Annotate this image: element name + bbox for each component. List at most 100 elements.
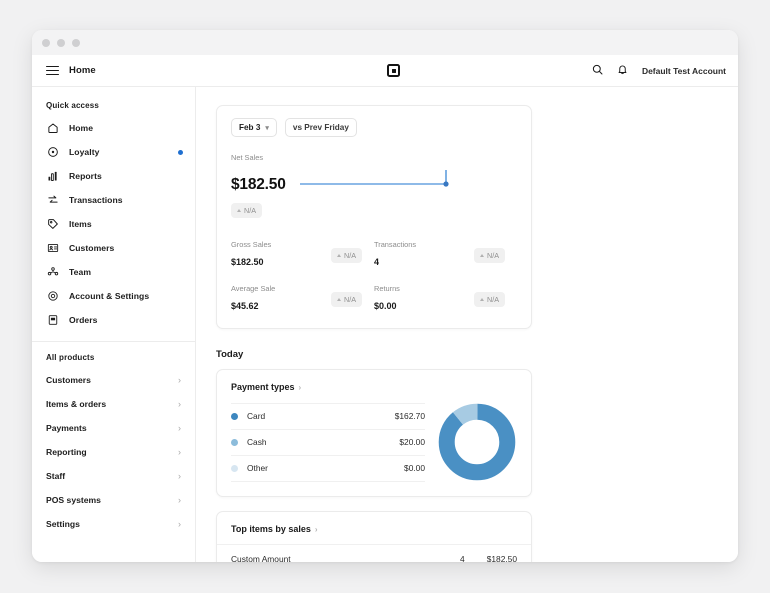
gear-icon [46,290,59,303]
sidebar-item-transactions[interactable]: Transactions [32,188,195,212]
triangle-up-icon [480,254,484,257]
metric-label: Returns [374,284,474,293]
metric-returns: Returns $0.00 N/A [374,284,517,314]
metric-text: Transactions 4 [374,240,474,270]
metrics-grid: Gross Sales $182.50 N/A Transactions 4 [231,240,517,314]
chevron-right-icon: › [299,383,302,392]
sidebar-item-customers[interactable]: Customers [32,236,195,260]
item-name: Custom Amount [231,554,291,562]
customers-card-icon [46,242,59,255]
delta-value: N/A [344,295,356,304]
header-left: Home [46,65,196,76]
metric-text: Returns $0.00 [374,284,474,314]
square-logo-icon [387,64,400,77]
table-row: Custom Amount 4 $182.50 [217,544,531,562]
sidebar-quick-access-title: Quick access [32,97,195,116]
net-sales-delta-badge: N/A [231,203,262,218]
delta-value: N/A [487,295,499,304]
net-sales-row: $182.50 [231,165,517,194]
legend-label: Cash [247,437,267,447]
comparison-label: vs Prev Friday [293,123,349,132]
legend-amount: $20.00 [399,437,425,447]
metric-label: Gross Sales [231,240,331,249]
sidebar-item-label: Customers [69,243,114,253]
item-quantity: 4 [460,554,465,562]
metric-value: $45.62 [231,301,259,311]
header-right: Default Test Account [592,62,726,80]
metric-delta-badge: N/A [474,248,505,263]
legend-label: Other [247,463,268,473]
sidebar-item-team[interactable]: Team [32,260,195,284]
metric-label: Average Sale [231,284,331,293]
net-sales-label: Net Sales [231,153,517,162]
metric-value: $182.50 [231,257,264,267]
main-content: Feb 3 ▾ vs Prev Friday Net Sales $182.50 [196,87,738,562]
sidebar-item-reports[interactable]: Reports [32,164,195,188]
chevron-right-icon: › [178,520,181,529]
sidebar-item-label: Items [69,219,92,229]
legend-amount: $162.70 [395,411,425,421]
net-sales-sparkline-chart [298,165,458,191]
sidebar-item-label: Transactions [69,195,123,205]
sidebar-item-settings[interactable]: Settings › [32,512,195,536]
metric-value: $0.00 [374,301,397,311]
sidebar-item-account-settings[interactable]: Account & Settings [32,284,195,308]
metric-gross-sales: Gross Sales $182.50 N/A [231,240,374,270]
items-tag-icon [46,218,59,231]
metric-average-sale: Average Sale $45.62 N/A [231,284,374,314]
hamburger-menu-icon[interactable] [46,66,59,76]
filter-chips: Feb 3 ▾ vs Prev Friday [231,118,517,137]
search-icon[interactable] [592,62,603,80]
home-icon [46,122,59,135]
sidebar-item-payments[interactable]: Payments › [32,416,195,440]
triangle-up-icon [480,298,484,301]
sales-summary-card: Feb 3 ▾ vs Prev Friday Net Sales $182.50 [216,105,532,329]
triangle-up-icon [337,298,341,301]
top-items-title-link[interactable]: Top items by sales › [217,524,531,544]
delta-value: N/A [244,206,256,215]
team-icon [46,266,59,279]
metric-delta-badge: N/A [331,248,362,263]
metric-delta-badge: N/A [331,292,362,307]
net-sales-block: Net Sales $182.50 N/A [231,153,517,218]
app-window: Home Default Test Account Quick access [32,30,738,562]
date-range-selector[interactable]: Feb 3 ▾ [231,118,277,137]
delta-value: N/A [487,251,499,260]
sidebar-item-orders[interactable]: Orders [32,308,195,332]
top-items-card: Top items by sales › Custom Amount 4 $18… [216,511,532,562]
payment-types-legend: Card $162.70 Cash $20.00 Other $0.00 [231,403,425,482]
legend-color-dot [231,439,238,446]
sidebar-item-label: POS systems [46,495,101,505]
sidebar-item-staff[interactable]: Staff › [32,464,195,488]
window-maximize-dot[interactable] [72,39,80,47]
bell-icon[interactable] [617,62,628,80]
chevron-right-icon: › [178,472,181,481]
item-amount: $182.50 [487,554,517,562]
orders-icon [46,314,59,327]
sidebar-item-reporting[interactable]: Reporting › [32,440,195,464]
payment-types-card: Payment types › Card $162.70 Cash $2 [216,369,532,497]
sidebar-item-items[interactable]: Items [32,212,195,236]
loyalty-icon [46,146,59,159]
account-name[interactable]: Default Test Account [642,66,726,76]
payment-types-title-link[interactable]: Payment types › [217,382,531,402]
metric-label: Transactions [374,240,474,249]
window-minimize-dot[interactable] [57,39,65,47]
chevron-right-icon: › [178,400,181,409]
top-items-title: Top items by sales [231,524,311,534]
sidebar-item-pos-systems[interactable]: POS systems › [32,488,195,512]
delta-value: N/A [344,251,356,260]
sidebar-item-loyalty[interactable]: Loyalty [32,140,195,164]
legend-label: Card [247,411,265,421]
header-center [196,64,592,77]
triangle-up-icon [237,209,241,212]
sidebar-item-home[interactable]: Home [32,116,195,140]
comparison-chip[interactable]: vs Prev Friday [285,118,357,137]
sidebar: Quick access Home Loyalty [32,87,196,562]
sidebar-item-label: Customers [46,375,91,385]
window-close-dot[interactable] [42,39,50,47]
sidebar-item-items-and-orders[interactable]: Items & orders › [32,392,195,416]
sidebar-item-customers-product[interactable]: Customers › [32,368,195,392]
payment-types-body: Card $162.70 Cash $20.00 Other $0.00 [217,402,531,496]
payment-types-donut-chart [437,402,517,482]
